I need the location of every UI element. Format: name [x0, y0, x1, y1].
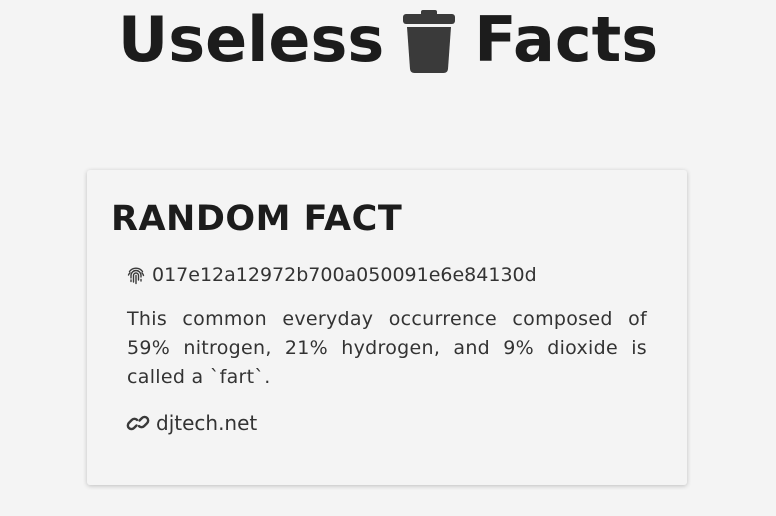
link-icon — [126, 413, 150, 433]
fact-id-row: 017e12a12972b700a050091e6e84130d — [126, 263, 537, 287]
fingerprint-icon — [126, 265, 146, 285]
source-label: djtech.net — [156, 411, 258, 435]
fact-id: 017e12a12972b700a050091e6e84130d — [152, 264, 537, 286]
site-title-right: Facts — [474, 3, 659, 76]
source-link[interactable]: djtech.net — [126, 410, 257, 436]
site-title-left: Useless — [117, 3, 385, 76]
site-title: Useless Facts — [0, 2, 776, 78]
card-heading: RANDOM FACT — [111, 199, 403, 239]
random-fact-card: RANDOM FACT 017e12a12972b700a050091e6e84… — [87, 170, 687, 485]
fact-text: This common everyday occurrence composed… — [127, 308, 647, 388]
trash-icon — [402, 8, 456, 74]
